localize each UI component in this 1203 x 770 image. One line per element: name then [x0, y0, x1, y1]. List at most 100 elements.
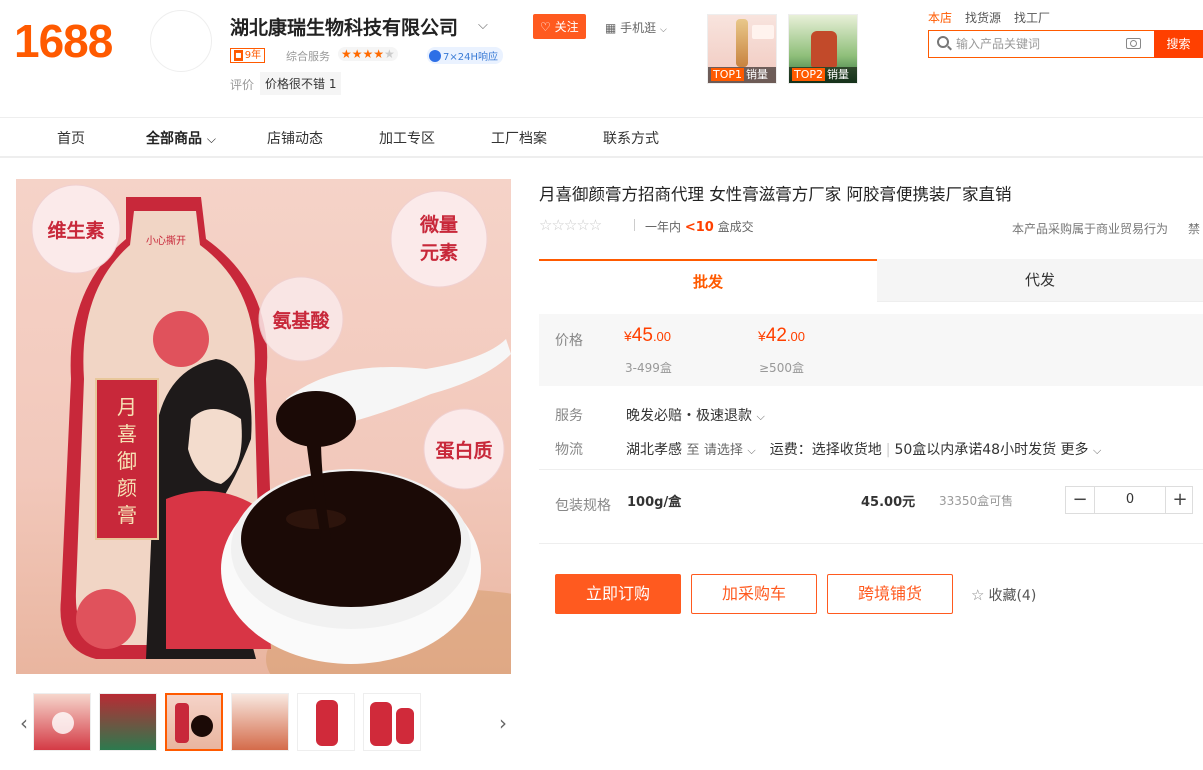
divider [539, 543, 1203, 544]
destination-select[interactable]: 请选择 [704, 443, 743, 458]
product-illustration: 月 喜 御 颜 膏 小心撕开 维生素 微量 元素 氨基酸 蛋白质 [31, 184, 511, 674]
spec-stock: 33350盒可售 [939, 494, 1014, 508]
top-rank: TOP2 [792, 68, 826, 81]
shop-avatar[interactable] [150, 10, 212, 72]
main-product-image[interactable]: 月 喜 御 颜 膏 小心撕开 维生素 微量 元素 氨基酸 蛋白质 [16, 179, 511, 674]
search-input[interactable] [956, 31, 1124, 57]
thumb-next-arrow[interactable]: › [495, 693, 511, 753]
search-icon [937, 36, 949, 48]
chevron-down-icon: ⌵ [1093, 444, 1102, 457]
search-tab-store[interactable]: 本店 [928, 11, 952, 25]
buy-now-button[interactable]: 立即订购 [555, 574, 681, 614]
nav-contact[interactable]: 联系方式 [603, 128, 659, 148]
nav-home[interactable]: 首页 [57, 128, 85, 148]
years-value: 9年 [244, 50, 262, 61]
svg-text:喜: 喜 [117, 422, 137, 446]
top-rank: TOP1 [711, 68, 745, 81]
quantity-input[interactable]: 0 [1094, 487, 1166, 513]
service-label: 服务 [555, 408, 583, 424]
chevron-down-icon: ⌵ [660, 25, 667, 35]
favorite-button[interactable]: ☆ 收藏(4) [971, 585, 1036, 605]
tab-wholesale[interactable]: 批发 [539, 259, 877, 300]
mobile-label: 手机逛 [620, 21, 657, 35]
price-integer: 42 [765, 325, 787, 346]
minus-button[interactable]: − [1066, 487, 1094, 513]
camera-icon[interactable] [1126, 38, 1141, 49]
sold-count: 一年内 <10 盒成交 [645, 218, 754, 235]
price-cents: .00 [652, 329, 672, 344]
top-tag: TOP1 销量 [708, 67, 776, 83]
svg-text:膏: 膏 [117, 503, 137, 527]
more-link[interactable]: 更多 [1061, 442, 1089, 458]
divider: | [885, 442, 891, 458]
thumbnail[interactable] [363, 693, 421, 751]
shop-name[interactable]: 湖北康瑞生物科技有限公司 [230, 13, 458, 40]
clock-icon [429, 50, 441, 62]
price-cents: .00 [786, 329, 806, 344]
plus-button[interactable]: + [1166, 487, 1194, 513]
product-image [752, 25, 774, 39]
logistics-value[interactable]: 湖北孝感 至 请选择 ⌵ 运费：选择收货地 | 50盒以内承诺48小时发货 更多 ⌵ [626, 439, 1101, 459]
search-tab-factory[interactable]: 找工厂 [1014, 11, 1050, 25]
sold-suffix: 盒成交 [717, 220, 754, 234]
trade-note: 本产品采购属于商业贸易行为 禁 [1012, 220, 1200, 237]
follow-button[interactable]: ♡ 关注 [533, 14, 586, 39]
sold-number: <10 [684, 220, 714, 235]
svg-text:元素: 元素 [420, 241, 458, 264]
response-text: 7×24H响应 [443, 52, 498, 63]
svg-text:小心撕开: 小心撕开 [146, 234, 186, 247]
thumbnail[interactable] [99, 693, 157, 751]
search-button[interactable]: 搜索 [1154, 30, 1203, 58]
svg-text:维生素: 维生素 [47, 219, 104, 242]
search-tab-source[interactable]: 找货源 [965, 11, 1001, 25]
nav-factory-profile[interactable]: 工厂档案 [491, 128, 547, 148]
cross-border-button[interactable]: 跨境铺货 [827, 574, 953, 614]
price-label: 价格 [555, 333, 583, 349]
thumbnail-strip [33, 693, 493, 753]
thumbnail[interactable] [297, 693, 355, 751]
years-badge: ▪ 9年 [230, 48, 266, 63]
thumbnail[interactable] [33, 693, 91, 751]
top-product-card-1[interactable]: TOP1 销量 [707, 14, 777, 84]
site-logo[interactable]: 1688 [14, 14, 113, 68]
chevron-down-icon: ⌵ [756, 410, 765, 423]
service-text: 晚发必赔・极速退款 [626, 408, 752, 424]
top-label: 销量 [827, 68, 850, 81]
rating-stars[interactable]: ☆☆☆☆☆ [539, 216, 602, 234]
response-badge: 7×24H响应 [427, 47, 503, 64]
thumbnail[interactable] [231, 693, 289, 751]
svg-text:御: 御 [117, 449, 137, 473]
origin: 湖北孝感 [626, 442, 682, 458]
eval-tag[interactable]: 价格很不错 1 [260, 72, 342, 95]
search-tabs: 本店 找货源 找工厂 [928, 9, 1063, 26]
chevron-down-icon[interactable]: ⌵ [478, 18, 488, 33]
nav-all-products[interactable]: 全部商品 ⌵ [146, 128, 216, 148]
top-tag: TOP2 销量 [789, 67, 857, 83]
thumbnail-selected[interactable] [165, 693, 223, 751]
spec-label: 包装规格 [555, 498, 611, 514]
divider [539, 469, 1203, 470]
svg-text:微量: 微量 [419, 213, 458, 236]
star-icon: ☆ [971, 586, 985, 604]
service-value[interactable]: 晚发必赔・极速退款 ⌵ [626, 405, 765, 425]
nav-processing[interactable]: 加工专区 [379, 128, 435, 148]
mobile-link[interactable]: ▦ 手机逛 ⌵ [605, 19, 667, 36]
product-name-text: 月 [117, 395, 137, 419]
divider [0, 156, 1203, 158]
nav-shop-news[interactable]: 店铺动态 [267, 128, 323, 148]
tab-dropship[interactable]: 代发 [877, 259, 1203, 302]
add-to-cart-button[interactable]: 加采购车 [691, 574, 817, 614]
price-range-2: ≥500盒 [759, 361, 804, 375]
svg-text:颜: 颜 [117, 476, 137, 500]
price-tier-2: ¥42.00 [758, 325, 805, 347]
top-product-card-2[interactable]: TOP2 销量 [788, 14, 858, 84]
follow-label: 关注 [554, 20, 579, 34]
shipping-promise: 50盒以内承诺48小时发货 [894, 442, 1057, 458]
thumb-prev-arrow[interactable]: ‹ [16, 693, 32, 753]
product-image [736, 19, 748, 67]
service-stars: ★★★★★ [338, 47, 398, 61]
price-tier-1: ¥45.00 [624, 325, 671, 347]
trade-note-cut: 禁 [1188, 222, 1201, 236]
currency: ¥ [758, 328, 766, 344]
flag-icon: ▪ [234, 50, 243, 61]
